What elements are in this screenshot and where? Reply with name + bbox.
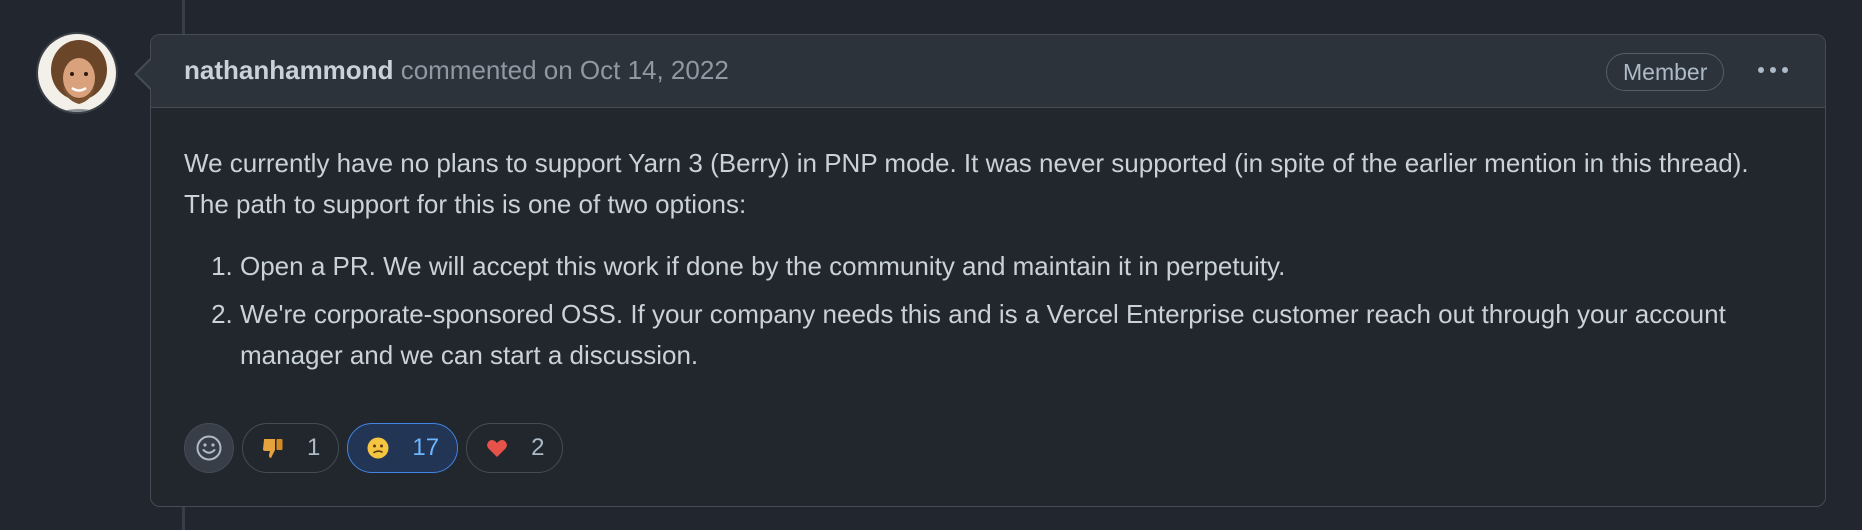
reaction-heart-button[interactable]: 2 [466, 423, 564, 473]
comment-pointer-fill [137, 60, 151, 88]
comment-paragraph: We currently have no plans to support Ya… [184, 148, 1749, 219]
confused-face-icon [367, 437, 389, 459]
author-link[interactable]: nathanhammond [184, 55, 393, 85]
options-list: Open a PR. We will accept this work if d… [184, 246, 1784, 376]
comment-meta[interactable]: commented on Oct 14, 2022 [401, 55, 729, 85]
kebab-dot-icon [1770, 67, 1776, 73]
comment-header: nathanhammond commented on Oct 14, 2022 … [151, 35, 1825, 108]
reaction-confused-button[interactable]: 17 [347, 423, 459, 473]
reaction-count: 2 [531, 434, 545, 461]
kebab-dot-icon [1758, 67, 1764, 73]
role-badge: Member [1606, 53, 1725, 91]
avatar[interactable] [36, 32, 118, 114]
comment-box: nathanhammond commented on Oct 14, 2022 … [150, 34, 1826, 507]
reaction-count: 1 [307, 434, 321, 461]
comment-header-text: nathanhammond commented on Oct 14, 2022 [184, 55, 729, 86]
comment-body: We currently have no plans to support Ya… [184, 143, 1784, 383]
reactions-bar: 1 17 2 [184, 423, 564, 473]
more-options-button[interactable] [1751, 55, 1795, 85]
thumbs-down-icon [263, 439, 283, 458]
list-item: Open a PR. We will accept this work if d… [240, 246, 1784, 287]
heart-icon [487, 439, 507, 457]
reaction-count: 17 [412, 434, 440, 461]
add-reaction-button[interactable] [184, 423, 234, 473]
reaction-thumbs-down-button[interactable]: 1 [242, 423, 340, 473]
smiley-icon [196, 435, 222, 461]
list-item: We're corporate-sponsored OSS. If your c… [240, 294, 1784, 376]
kebab-dot-icon [1782, 67, 1788, 73]
